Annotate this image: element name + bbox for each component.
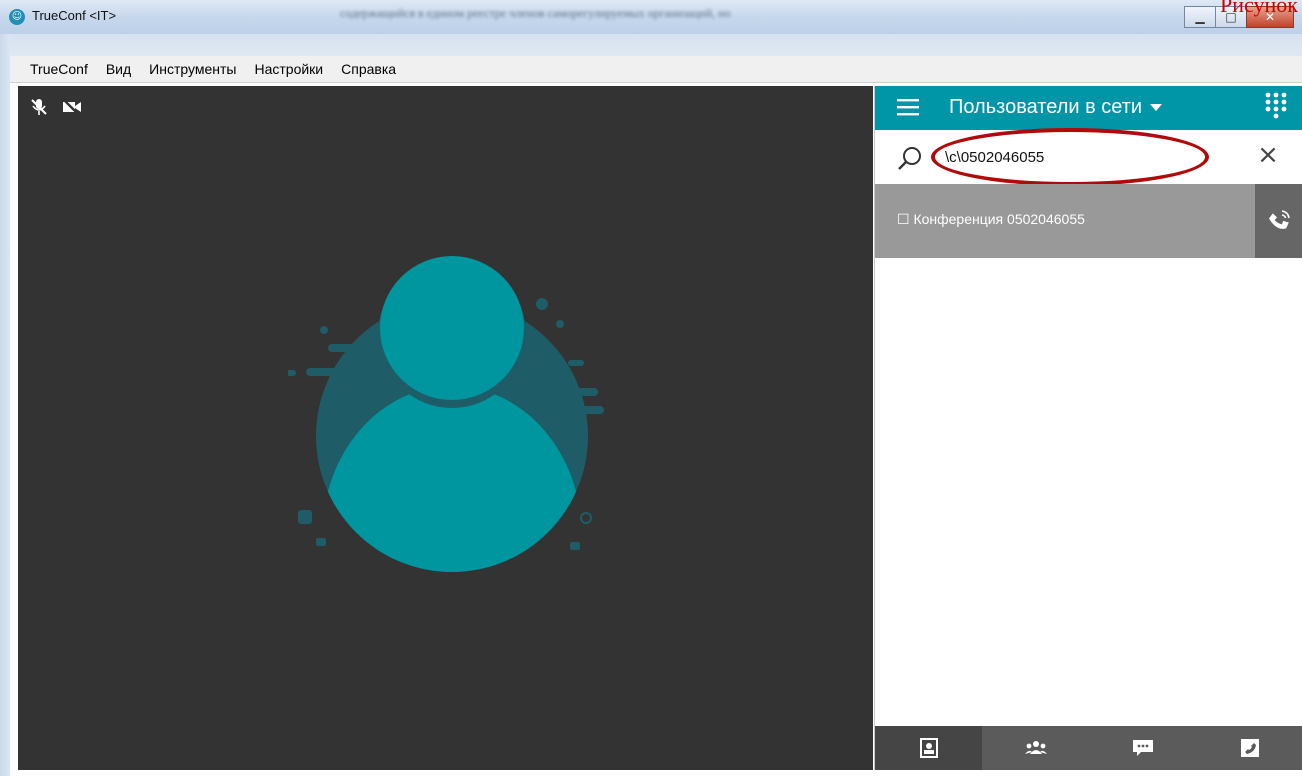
search-input[interactable] <box>945 144 1245 170</box>
menu-tools[interactable]: Инструменты <box>149 61 236 77</box>
title-bar: ☺ TrueConf <IT> содержащийся в едином ре… <box>0 0 1302 35</box>
user-avatar-icon <box>288 256 604 572</box>
tab-calls[interactable] <box>1196 726 1302 770</box>
conference-item-label: ☐ Конференция 0502046055 <box>897 211 1085 227</box>
document-corner-text: Рисунок <box>1220 0 1298 17</box>
groups-icon <box>1024 741 1047 754</box>
bottom-navigation <box>875 726 1302 770</box>
mic-off-icon[interactable] <box>30 98 48 120</box>
menu-hamburger-icon[interactable] <box>897 97 919 117</box>
tab-chat[interactable] <box>1089 726 1196 770</box>
panel-title-label: Пользователи в сети <box>949 96 1143 118</box>
trueconf-logo-icon: ☺ <box>9 9 25 25</box>
window-frame-top <box>0 34 1302 56</box>
window-title: TrueConf <IT> <box>32 8 117 23</box>
call-icon <box>1240 739 1259 757</box>
search-icon <box>898 147 921 170</box>
contacts-icon <box>919 738 938 758</box>
list-item[interactable]: ☐ Конференция 0502046055 <box>875 184 1302 258</box>
search-bar: × <box>875 130 1302 185</box>
menu-list: TrueConf Вид Инструменты Настройки Справ… <box>10 56 414 82</box>
tab-contacts[interactable] <box>875 726 982 770</box>
video-area <box>18 86 873 770</box>
minimize-icon[interactable]: ▁ <box>1184 6 1216 28</box>
tab-groups[interactable] <box>982 726 1089 770</box>
trueconf-window: ☺ TrueConf <IT> содержащийся в едином ре… <box>0 0 1302 776</box>
menu-bar: TrueConf Вид Инструменты Настройки Справ… <box>10 56 1302 83</box>
chevron-down-icon <box>1150 104 1163 112</box>
menu-view[interactable]: Вид <box>106 61 131 77</box>
contacts-panel: Пользователи в сети × ☐ Конференция 050 <box>874 86 1302 770</box>
panel-header: Пользователи в сети <box>875 86 1302 130</box>
menu-settings[interactable]: Настройки <box>254 61 323 77</box>
video-status-icons <box>30 98 82 120</box>
dialpad-icon[interactable] <box>1265 92 1287 120</box>
phone-call-icon <box>1269 210 1290 229</box>
menu-trueconf[interactable]: TrueConf <box>30 61 88 77</box>
call-button[interactable] <box>1255 184 1302 258</box>
clear-search-icon[interactable]: × <box>1255 142 1281 169</box>
chat-icon <box>1132 740 1153 756</box>
window-frame-left <box>0 34 10 776</box>
users-online-dropdown[interactable]: Пользователи в сети <box>949 96 1163 119</box>
background-document-text: содержащийся в едином реестре членов сам… <box>340 6 731 20</box>
menu-help[interactable]: Справка <box>341 61 396 77</box>
camera-off-icon[interactable] <box>62 98 82 120</box>
